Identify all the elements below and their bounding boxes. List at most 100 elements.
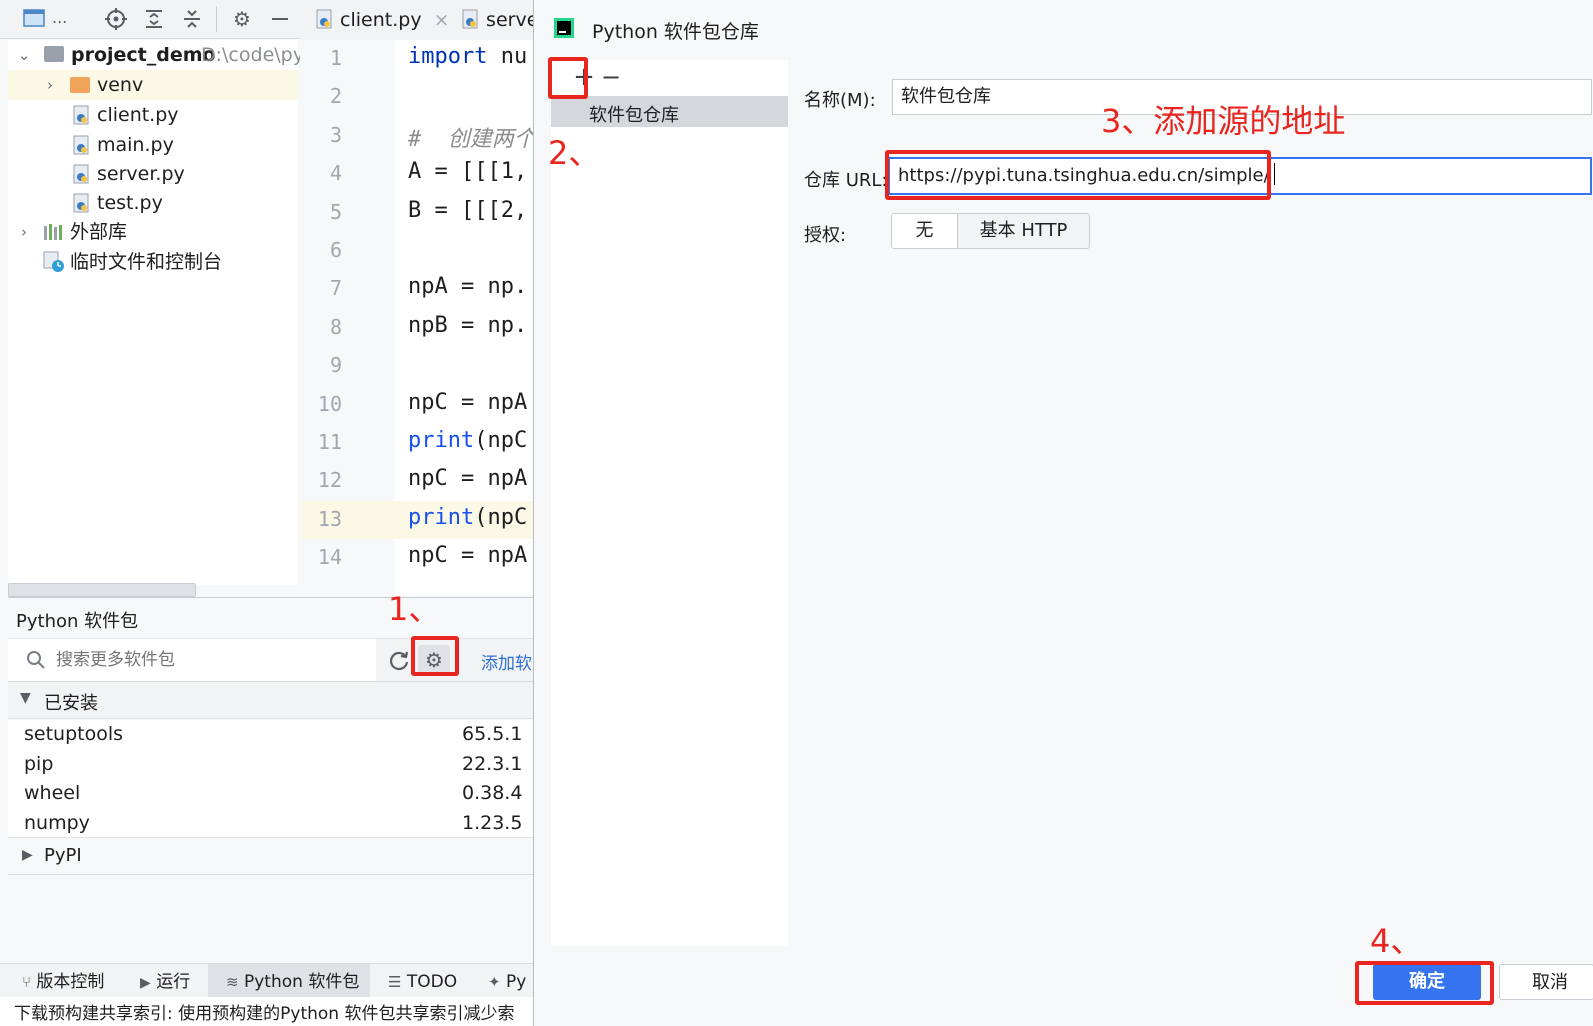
package-version: 0.38.4 [462, 782, 523, 804]
package-version: 22.3.1 [462, 752, 523, 775]
line-number: 14 [317, 545, 342, 570]
bottom-tab-label: Python 软件包 [243, 972, 360, 992]
auth-label: 授权: [804, 225, 847, 246]
pypi-group-header[interactable]: ▶ PyPI [8, 837, 540, 875]
chevron-down-icon[interactable]: ⌄ [16, 40, 32, 70]
line-number: 13 [317, 506, 342, 531]
tree-item-label: venv [97, 74, 144, 96]
project-toolbar: ... ⚙ [0, 0, 300, 39]
project-view-dropdown[interactable]: ... [52, 8, 67, 27]
package-row[interactable]: wheel 0.38.4 [8, 779, 540, 809]
code-text: npC = npA [408, 466, 528, 492]
tree-root[interactable]: ⌄ project_demo D:\code\pyt [8, 40, 312, 70]
code-text: npA = np. [408, 274, 528, 300]
code-line: A = [[[1, [408, 159, 527, 184]
cancel-button[interactable]: 取消 [1499, 964, 1593, 1000]
play-icon: ▶ [140, 975, 151, 991]
tab-label: client.py [340, 9, 422, 31]
package-version: 65.5.1 [462, 723, 523, 745]
repository-list-item[interactable]: 软件包仓库 [551, 96, 788, 127]
line-number: 4 [329, 161, 342, 186]
code-comment: # 创建两个 [408, 126, 536, 152]
code-function: print [408, 504, 475, 530]
tree-item-venv[interactable]: › venv [8, 70, 298, 100]
line-number: 8 [329, 314, 342, 339]
auth-option-none[interactable]: 无 [891, 213, 958, 249]
line-number: 2 [329, 84, 342, 109]
code-text: B = [[[2, [408, 197, 528, 223]
installed-group-header[interactable]: ▼ 已安装 [8, 682, 540, 719]
tab-label: serve [486, 9, 539, 31]
minimize-icon[interactable] [268, 8, 292, 30]
line-number: 11 [317, 430, 342, 454]
locate-icon[interactable] [104, 8, 128, 30]
line-number: 5 [329, 199, 342, 224]
chevron-right-icon[interactable]: › [42, 70, 58, 100]
tab-version-control[interactable]: ⑂ 版本控制 [22, 964, 104, 998]
triangle-right-icon: ▶ [22, 847, 33, 863]
annotation-box-add [548, 57, 588, 99]
code-line: npA = np. [408, 274, 527, 299]
gear-icon[interactable]: ⚙ [230, 8, 254, 30]
status-text[interactable]: 下载预构建共享索引: 使用预构建的Python 软件包共享索引减少索 [14, 999, 514, 1024]
text-cursor [1273, 163, 1275, 185]
scratch-icon [43, 251, 64, 272]
toolbar-divider [216, 6, 217, 32]
code-text: (npC [474, 428, 528, 453]
horizontal-scrollbar[interactable] [8, 583, 196, 597]
code-line: import nu [408, 44, 527, 69]
remove-icon[interactable]: − [599, 64, 623, 90]
line-number: 1 [329, 46, 342, 70]
url-label: 仓库 URL: [804, 170, 888, 191]
project-view-icon[interactable] [22, 8, 46, 30]
refresh-icon[interactable] [388, 649, 410, 671]
folder-icon [70, 77, 90, 93]
package-row[interactable]: pip 22.3.1 [8, 749, 540, 780]
code-text: (npC [474, 504, 528, 530]
annotation-box-settings [411, 636, 459, 676]
line-number: 7 [329, 276, 342, 301]
folder-icon [44, 46, 64, 62]
bottom-tab-label: 版本控制 [36, 972, 105, 992]
repository-item-label: 软件包仓库 [589, 105, 679, 126]
tree-item-label: test.py [97, 192, 163, 214]
annotation-step1: 1、 [388, 590, 441, 628]
chevron-right-icon[interactable]: › [16, 217, 32, 247]
tab-todo[interactable]: ☰ TODO [388, 964, 457, 998]
branch-icon: ⑂ [22, 973, 32, 991]
pycharm-logo-icon [554, 18, 574, 38]
tab-python-packages[interactable]: ≋ Python 软件包 [208, 964, 370, 998]
auth-option-basic-http[interactable]: 基本 HTTP [957, 213, 1090, 249]
code-line: print(npC [408, 505, 527, 530]
repository-list-pane: + − 软件包仓库 [551, 60, 788, 946]
package-version: 1.23.5 [462, 811, 523, 834]
packages-search-input[interactable] [54, 645, 376, 675]
python-icon: ✦ [488, 973, 501, 991]
code-line: B = [[[2, [408, 198, 527, 223]
package-row[interactable]: numpy 1.23.5 [8, 808, 540, 839]
line-number: 10 [317, 391, 342, 416]
code-keyword: import [408, 44, 488, 69]
tab-client[interactable]: client.py × [316, 0, 450, 40]
bottom-tab-label: 运行 [156, 972, 191, 992]
annotation-box-url [885, 150, 1271, 200]
code-line: print(npC [408, 428, 527, 453]
add-package-link[interactable]: 添加软 [481, 649, 532, 674]
tab-python-console[interactable]: ✦ Py [488, 964, 526, 998]
library-icon [44, 224, 62, 240]
expand-all-icon[interactable] [142, 8, 166, 30]
name-label: 名称(M): [804, 90, 876, 111]
annotation-step2: 2、 [548, 134, 601, 172]
code-function: print [408, 428, 475, 453]
code-editor[interactable]: 1 2 3 4 5 6 7 8 9 10 11 12 13 14 import nu # 创建两个 A = [… [300, 40, 540, 595]
python-file-icon [73, 193, 89, 213]
project-tree: ⌄ project_demo D:\code\pyt › venv client… [8, 40, 312, 585]
collapse-all-icon[interactable] [180, 8, 204, 30]
package-row[interactable]: setuptools 65.5.1 [8, 720, 540, 750]
line-number: 12 [317, 468, 342, 493]
line-number: 9 [329, 353, 342, 378]
code-text: npC = npA [408, 543, 528, 569]
close-icon[interactable]: × [434, 9, 450, 31]
tab-run[interactable]: ▶ 运行 [140, 964, 190, 998]
tab-server[interactable]: serve [462, 0, 538, 40]
